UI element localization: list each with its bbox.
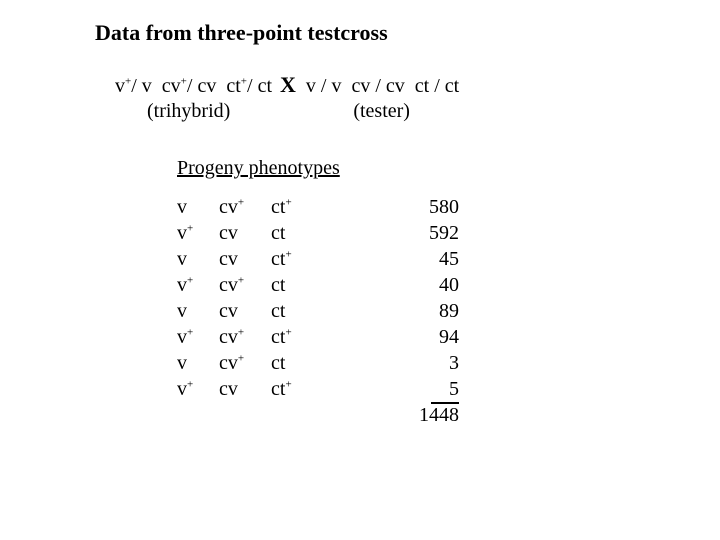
spacer bbox=[317, 272, 397, 298]
allele-cv: cv+ bbox=[219, 324, 271, 350]
allele: v bbox=[115, 75, 125, 97]
allele-ct: ct bbox=[271, 220, 317, 246]
allele-cv: cv bbox=[219, 376, 271, 402]
allele-cv: cv+ bbox=[219, 272, 271, 298]
allele-ct: ct+ bbox=[271, 376, 317, 402]
table-total-row: 1448 bbox=[177, 402, 625, 428]
count: 45 bbox=[397, 246, 459, 272]
count: 40 bbox=[397, 272, 459, 298]
count: 94 bbox=[397, 324, 459, 350]
table-row: vcvct+ 45 bbox=[177, 246, 625, 272]
tester-label: (tester) bbox=[353, 100, 410, 123]
allele-ct: ct+ bbox=[271, 194, 317, 220]
slash: / bbox=[247, 75, 253, 97]
allele-cv: cv bbox=[219, 298, 271, 324]
spacer bbox=[230, 100, 353, 123]
allele: cv bbox=[162, 75, 181, 97]
allele-v: v+ bbox=[177, 272, 219, 298]
slash: / bbox=[434, 75, 440, 97]
allele: cv bbox=[386, 75, 405, 97]
count: 580 bbox=[397, 194, 459, 220]
cross-labels: (trihybrid) (tester) bbox=[147, 100, 625, 123]
allele-v: v+ bbox=[177, 220, 219, 246]
allele-v: v+ bbox=[177, 324, 219, 350]
total-count: 1448 bbox=[397, 402, 459, 428]
allele-v: v bbox=[177, 350, 219, 376]
allele-cv: cv+ bbox=[219, 194, 271, 220]
allele-ct: ct+ bbox=[271, 324, 317, 350]
table-row: v+cvct+ 5 bbox=[177, 376, 625, 402]
allele-v: v+ bbox=[177, 376, 219, 402]
count: 592 bbox=[397, 220, 459, 246]
spacer bbox=[317, 246, 397, 272]
table-row: vcv+ct 3 bbox=[177, 350, 625, 376]
tester-genotype: v / v cv / cv ct / ct bbox=[306, 75, 459, 98]
allele-v: v bbox=[177, 194, 219, 220]
slash: / bbox=[321, 75, 327, 97]
table-row: v+cvct 592 bbox=[177, 220, 625, 246]
count: 3 bbox=[397, 350, 459, 376]
allele: ct bbox=[445, 75, 459, 97]
slash: / bbox=[187, 75, 193, 97]
trihybrid-genotype: v+/ v cv+/ cv ct+/ ct bbox=[115, 75, 272, 98]
spacer bbox=[317, 194, 397, 220]
allele-ct: ct bbox=[271, 298, 317, 324]
cross-symbol: X bbox=[280, 72, 296, 98]
progeny-heading: Progeny phenotypes bbox=[177, 157, 625, 180]
spacer bbox=[317, 350, 397, 376]
allele-cv: cv+ bbox=[219, 350, 271, 376]
trihybrid-label: (trihybrid) bbox=[147, 100, 230, 123]
cross-genotypes: v+/ v cv+/ cv ct+/ ct X v / v cv / cv ct… bbox=[115, 72, 625, 98]
allele-v: v bbox=[177, 298, 219, 324]
allele-v: v bbox=[177, 246, 219, 272]
spacer bbox=[317, 220, 397, 246]
table-row: v+cv+ct+ 94 bbox=[177, 324, 625, 350]
page-title: Data from three-point testcross bbox=[95, 20, 625, 46]
table-row: v+cv+ct 40 bbox=[177, 272, 625, 298]
allele-cv: cv bbox=[219, 246, 271, 272]
count: 89 bbox=[397, 298, 459, 324]
allele: cv bbox=[197, 75, 216, 97]
table-row: vcv+ct+ 580 bbox=[177, 194, 625, 220]
allele: v bbox=[306, 75, 316, 97]
allele: ct bbox=[415, 75, 429, 97]
spacer bbox=[317, 376, 397, 402]
spacer bbox=[317, 298, 397, 324]
allele: v bbox=[142, 75, 152, 97]
allele-ct: ct bbox=[271, 350, 317, 376]
table-row: vcvct 89 bbox=[177, 298, 625, 324]
allele: v bbox=[331, 75, 341, 97]
allele-cv: cv bbox=[219, 220, 271, 246]
allele-ct: ct bbox=[271, 272, 317, 298]
slash: / bbox=[131, 75, 137, 97]
count: 5 bbox=[397, 376, 459, 402]
allele: cv bbox=[351, 75, 370, 97]
allele: ct bbox=[258, 75, 272, 97]
slash: / bbox=[375, 75, 381, 97]
allele-ct: ct+ bbox=[271, 246, 317, 272]
spacer bbox=[317, 324, 397, 350]
progeny-table: vcv+ct+580v+cvct592vcvct+45v+cv+ct40vcvc… bbox=[177, 194, 625, 428]
allele: ct bbox=[226, 75, 240, 97]
